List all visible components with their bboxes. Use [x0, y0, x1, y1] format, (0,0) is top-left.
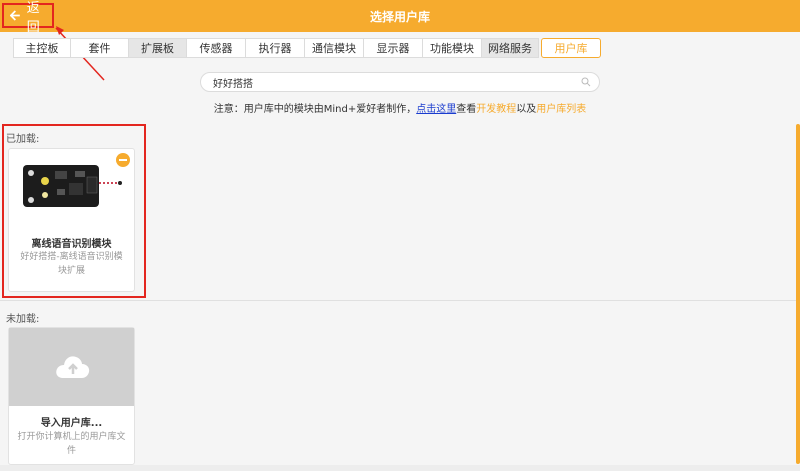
search-icon[interactable] [581, 77, 591, 87]
import-library-card[interactable]: 导入用户库... 打开你计算机上的用户库文件 [8, 327, 135, 465]
tab-main-board[interactable]: 主控板 [13, 38, 71, 58]
notice-mid2: 以及 [516, 104, 537, 115]
category-tabs: 主控板 套件 扩展板 传感器 执行器 通信模块 显示器 功能模块 网络服务 用户… [13, 38, 601, 58]
tab-communication[interactable]: 通信模块 [304, 38, 364, 58]
page-title: 选择用户库 [369, 10, 430, 24]
bottom-edge [0, 465, 800, 471]
click-here-link[interactable]: 点击这里 [416, 104, 456, 115]
library-card-voice-recognition[interactable]: 离线语音识别模块 好好搭搭-离线语音识别模块扩展 [8, 148, 135, 292]
dev-tutorial-link[interactable]: 开发教程 [476, 104, 516, 115]
notice-prefix: 注意：用户库中的模块由Mind+爱好者制作， [213, 104, 417, 115]
import-card-title: 导入用户库... [40, 418, 103, 429]
search-input[interactable] [213, 75, 573, 89]
section-divider [0, 300, 796, 301]
search-box [200, 72, 600, 92]
tab-user-library[interactable]: 用户库 [541, 38, 601, 58]
notice-mid1: 查看 [456, 104, 477, 115]
import-card-description: 打开你计算机上的用户库文件 [17, 432, 126, 456]
vertical-scrollbar[interactable] [796, 124, 800, 464]
tab-network-services[interactable]: 网络服务 [481, 38, 539, 58]
tab-expansion-board[interactable]: 扩展板 [128, 38, 187, 58]
tab-sensors[interactable]: 传感器 [186, 38, 246, 58]
tab-function-modules[interactable]: 功能模块 [422, 38, 482, 58]
cloud-upload-icon [56, 356, 90, 378]
unloaded-section-label: 未加载: [6, 314, 40, 325]
unload-button[interactable] [116, 153, 130, 167]
tab-displays[interactable]: 显示器 [363, 38, 423, 58]
top-bar: 返回 选择用户库 [0, 0, 800, 35]
user-lib-list-link[interactable]: 用户库列表 [536, 104, 586, 115]
import-card-image [9, 328, 134, 406]
card-description: 好好搭搭-离线语音识别模块扩展 [20, 252, 123, 276]
tab-kits[interactable]: 套件 [70, 38, 129, 58]
notice-text: 注意：用户库中的模块由Mind+爱好者制作，点击这里查看开发教程以及用户库列表 [0, 100, 800, 115]
card-title: 离线语音识别模块 [31, 239, 112, 250]
tab-actuators[interactable]: 执行器 [245, 38, 305, 58]
